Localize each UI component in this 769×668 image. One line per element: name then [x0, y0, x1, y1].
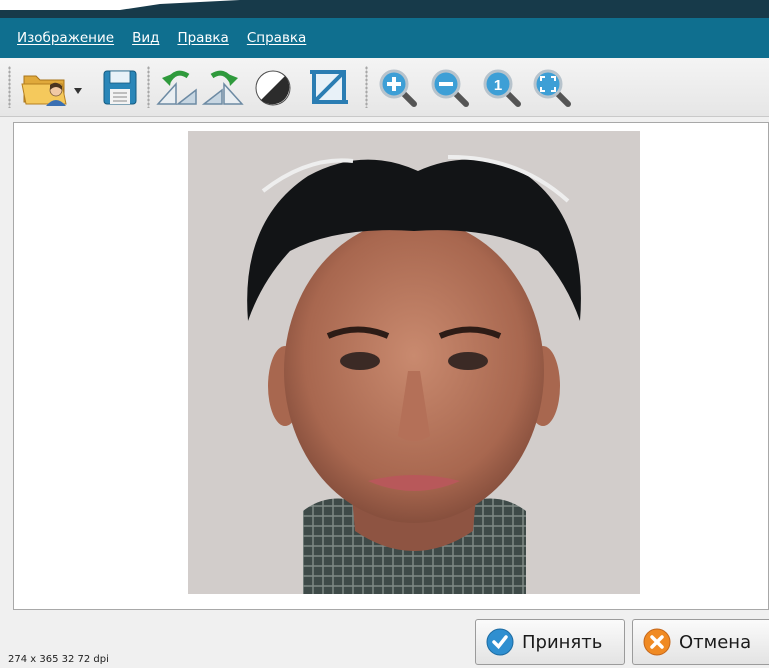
toolbar-grip[interactable] [8, 66, 11, 108]
rotate-right-button[interactable] [200, 64, 246, 110]
menubar: Изображение Вид Правка Справка [0, 18, 769, 58]
save-button[interactable] [98, 64, 144, 110]
open-button[interactable] [20, 64, 90, 110]
crop-icon [310, 70, 348, 104]
toolbar-separator [365, 66, 368, 108]
zoom-in-icon [379, 69, 417, 107]
open-folder-icon [21, 75, 82, 106]
toolbar: 1 [0, 58, 769, 117]
zoom-actual-size-icon: 1 [483, 69, 521, 107]
window-top-edge [0, 0, 769, 18]
cancel-button[interactable]: Отмена [632, 619, 769, 665]
grayscale-button[interactable] [252, 64, 298, 110]
rotate-left-button[interactable] [154, 64, 200, 110]
menu-edit[interactable]: Правка [177, 28, 228, 48]
zoom-actual-size-button[interactable]: 1 [478, 64, 524, 110]
zoom-out-button[interactable] [426, 64, 472, 110]
zoom-out-icon [431, 69, 469, 107]
image-info-status: 274 x 365 32 72 dpi [8, 654, 109, 665]
rotate-left-icon [156, 70, 197, 105]
grayscale-icon [255, 70, 291, 106]
accept-button[interactable]: Принять [475, 619, 625, 665]
toolbar-separator [147, 66, 150, 108]
checkmark-icon [486, 628, 514, 656]
svg-text:1: 1 [494, 77, 502, 94]
save-icon [103, 70, 137, 105]
close-icon [643, 628, 671, 656]
portrait-image [188, 131, 640, 594]
zoom-fit-icon [533, 69, 571, 107]
crop-button[interactable] [306, 64, 352, 110]
menu-view[interactable]: Вид [132, 28, 159, 48]
zoom-fit-button[interactable] [528, 64, 574, 110]
menu-help[interactable]: Справка [247, 28, 306, 48]
rotate-right-icon [201, 70, 244, 105]
accept-button-label: Принять [522, 631, 603, 653]
menu-image[interactable]: Изображение [17, 28, 114, 48]
zoom-in-button[interactable] [374, 64, 420, 110]
cancel-button-label: Отмена [679, 631, 752, 653]
